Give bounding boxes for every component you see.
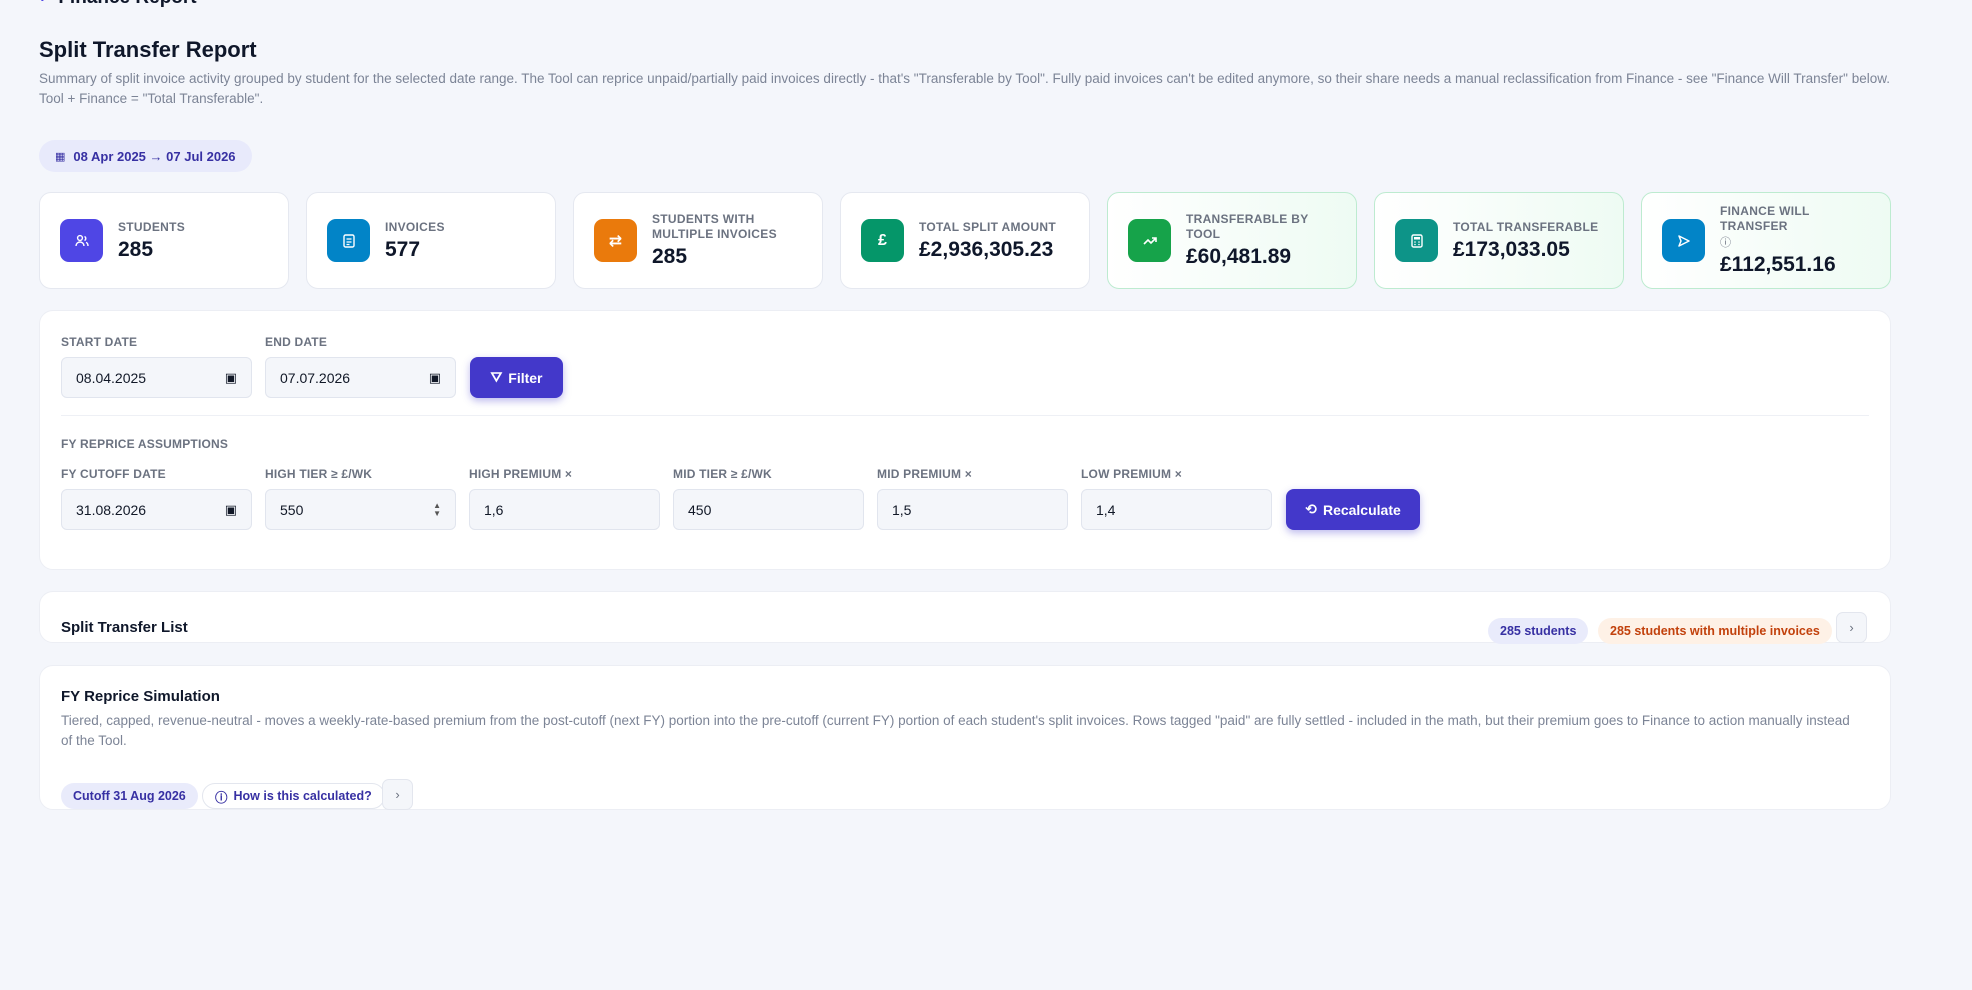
mid-tier-value: 450 [688, 501, 712, 518]
kpi-label: TRANSFERABLE BY TOOL [1186, 212, 1309, 241]
calendar-icon: ▦ [55, 150, 66, 163]
end-date-input[interactable]: 07.07.2026 ▣ [265, 357, 456, 398]
start-date-input[interactable]: 08.04.2025 ▣ [61, 357, 252, 398]
users-icon [60, 219, 103, 262]
filters-card: START DATE 08.04.2025 ▣ END DATE 07.07.2… [39, 310, 1891, 570]
simulation-description: Tiered, capped, revenue-neutral - moves … [61, 713, 1850, 748]
kpi-row: STUDENTS 285 INVOICES 577 ⇄ STUDENTS WIT… [39, 192, 1891, 289]
how-calculated-button[interactable]: ⓘ How is this calculated? [202, 783, 385, 809]
chevron-right-icon: › [395, 787, 400, 802]
high-premium-label: HIGH PREMIUM × [469, 467, 573, 481]
high-tier-value: 550 [280, 501, 304, 518]
fy-cutoff-label: FY CUTOFF DATE [61, 467, 166, 481]
kpi-total-split: £ TOTAL SPLIT AMOUNT £2,936,305.23 [840, 192, 1090, 289]
kpi-transferable-tool: TRANSFERABLE BY TOOL £60,481.89 [1107, 192, 1357, 289]
end-date-value: 07.07.2026 [280, 369, 351, 386]
kpi-value: £60,481.89 [1186, 245, 1292, 268]
kpi-value: £173,033.05 [1453, 237, 1570, 261]
how-calculated-label: How is this calculated? [233, 789, 372, 803]
mid-premium-label: MID PREMIUM × [877, 467, 972, 481]
kpi-value: £2,936,305.23 [919, 237, 1054, 261]
expand-button[interactable]: › [382, 779, 413, 810]
calendar-icon[interactable]: ▣ [225, 370, 237, 386]
end-date-label: END DATE [265, 335, 328, 349]
divider [61, 415, 1869, 416]
mid-premium-input[interactable]: 1,5 [877, 489, 1068, 530]
send-icon [1662, 219, 1705, 262]
students-count-badge: 285 students [1488, 618, 1589, 644]
high-tier-label: HIGH TIER ≥ £/WK [265, 467, 373, 481]
filter-button-label: Filter [508, 369, 543, 386]
multi-invoice-badge: 285 students with multiple invoices [1598, 618, 1832, 644]
back-label[interactable]: Finance Report [58, 0, 196, 9]
kpi-label: STUDENTS WITH MULTIPLE INVOICES [652, 212, 777, 241]
filter-icon: ⛛ [490, 369, 503, 385]
filter-button[interactable]: ⛛ Filter [470, 357, 563, 398]
start-date-label: START DATE [61, 335, 138, 349]
invoice-icon [327, 219, 370, 262]
swap-icon: ⇄ [594, 219, 637, 262]
chevron-left-icon[interactable]: ‹ [39, 0, 44, 7]
kpi-value: £112,551.16 [1720, 253, 1836, 276]
split-transfer-list-card: Split Transfer List 285 students 285 stu… [39, 591, 1891, 644]
low-premium-value: 1,4 [1096, 501, 1116, 518]
kpi-label: TOTAL TRANSFERABLE [1453, 219, 1599, 234]
high-premium-input[interactable]: 1,6 [469, 489, 660, 530]
recalculate-button[interactable]: ⟲ Recalculate [1286, 489, 1420, 530]
split-list-title: Split Transfer List [61, 619, 188, 636]
expand-button[interactable]: › [1836, 612, 1867, 643]
fy-cutoff-value: 31.08.2026 [76, 501, 147, 518]
kpi-value: 285 [652, 245, 688, 268]
calculator-icon [1395, 219, 1438, 262]
low-premium-input[interactable]: 1,4 [1081, 489, 1272, 530]
kpi-invoices: INVOICES 577 [306, 192, 556, 289]
kpi-label: TOTAL SPLIT AMOUNT [919, 219, 1056, 234]
trend-up-icon [1128, 219, 1171, 262]
kpi-value: 285 [118, 237, 154, 261]
pound-icon: £ [861, 219, 904, 262]
kpi-finance-transfer: FINANCE WILL TRANSFER ⓘ £112,551.16 [1641, 192, 1891, 289]
high-premium-value: 1,6 [484, 501, 504, 518]
mid-tier-input[interactable]: 450 [673, 489, 864, 530]
calendar-icon[interactable]: ▣ [225, 502, 237, 518]
kpi-value: 577 [385, 237, 421, 261]
mid-premium-value: 1,5 [892, 501, 912, 518]
high-tier-input[interactable]: 550 ▲ ▼ [265, 489, 456, 530]
assumptions-heading: FY REPRICE ASSUMPTIONS [61, 437, 229, 451]
kpi-label: STUDENTS [118, 219, 186, 234]
low-premium-label: LOW PREMIUM × [1081, 467, 1182, 481]
date-range-label: 08 Apr 2025 → 07 Jul 2026 [73, 148, 236, 164]
number-stepper[interactable]: ▲ ▼ [433, 501, 441, 518]
info-icon[interactable]: ⓘ [1720, 234, 1870, 250]
page-title: Split Transfer Report [39, 37, 257, 62]
breadcrumb[interactable]: ‹ Finance Report [39, 0, 197, 8]
mid-tier-label: MID TIER ≥ £/WK [673, 467, 772, 481]
kpi-multiple-invoices: ⇄ STUDENTS WITH MULTIPLE INVOICES 285 [573, 192, 823, 289]
kpi-label: INVOICES [385, 219, 445, 234]
page-subtitle: Summary of split invoice activity groupe… [39, 71, 1891, 106]
help-icon: ⓘ [215, 790, 228, 805]
cutoff-badge: Cutoff 31 Aug 2026 [61, 783, 198, 809]
recalculate-button-label: Recalculate [1322, 501, 1401, 518]
kpi-total-transferable: TOTAL TRANSFERABLE £173,033.05 [1374, 192, 1624, 289]
refresh-icon: ⟲ [1305, 501, 1317, 517]
date-range-badge: ▦ 08 Apr 2025 → 07 Jul 2026 [39, 140, 252, 172]
fy-cutoff-input[interactable]: 31.08.2026 ▣ [61, 489, 252, 530]
kpi-students: STUDENTS 285 [39, 192, 289, 289]
start-date-value: 08.04.2025 [76, 369, 147, 386]
kpi-label: FINANCE WILL TRANSFER [1720, 204, 1810, 233]
fy-simulation-card: FY Reprice Simulation Tiered, capped, re… [39, 665, 1891, 810]
chevron-right-icon: › [1849, 620, 1854, 635]
calendar-icon[interactable]: ▣ [429, 370, 441, 386]
simulation-title: FY Reprice Simulation [61, 688, 220, 705]
